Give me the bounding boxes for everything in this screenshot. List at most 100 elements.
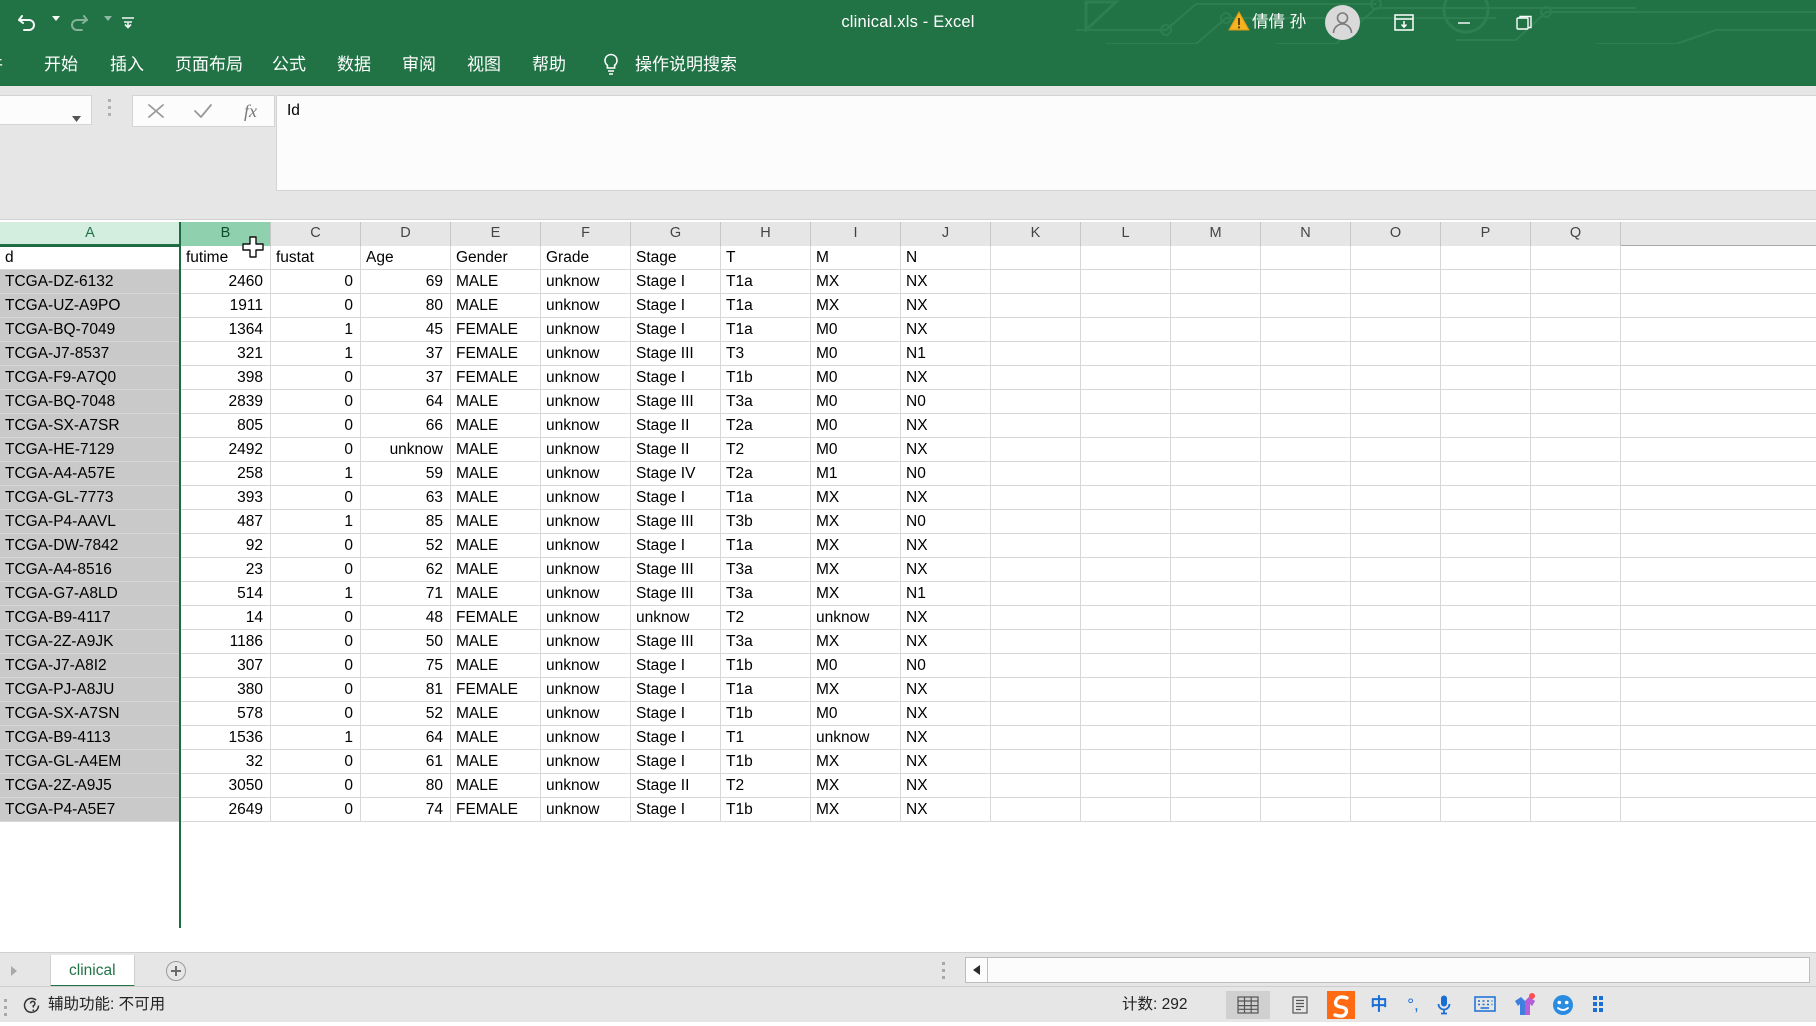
cell-A20[interactable]: TCGA-SX-A7SN <box>0 702 181 725</box>
cell-O1[interactable] <box>1351 246 1441 269</box>
ribbon-tab-review[interactable]: 审阅 <box>402 44 436 86</box>
cell-I15[interactable]: MX <box>811 582 901 605</box>
column-header-f[interactable]: F <box>541 222 631 246</box>
cell-J20[interactable]: NX <box>901 702 991 725</box>
warning-icon[interactable] <box>1228 10 1250 36</box>
cell-C7[interactable]: 0 <box>271 390 361 413</box>
cell-M21[interactable] <box>1171 726 1261 749</box>
cell-D20[interactable]: 52 <box>361 702 451 725</box>
cell-N24[interactable] <box>1261 798 1351 821</box>
cell-M12[interactable] <box>1171 510 1261 533</box>
cell-K20[interactable] <box>991 702 1081 725</box>
cell-I7[interactable]: M0 <box>811 390 901 413</box>
column-header-a[interactable]: A <box>0 222 181 246</box>
cell-H13[interactable]: T1a <box>721 534 811 557</box>
cell-P11[interactable] <box>1441 486 1531 509</box>
cell-H12[interactable]: T3b <box>721 510 811 533</box>
cell-P14[interactable] <box>1441 558 1531 581</box>
cell-G8[interactable]: Stage II <box>631 414 721 437</box>
cell-C24[interactable]: 0 <box>271 798 361 821</box>
cell-F7[interactable]: unknow <box>541 390 631 413</box>
cell-K5[interactable] <box>991 342 1081 365</box>
cell-D5[interactable]: 37 <box>361 342 451 365</box>
cell-I2[interactable]: MX <box>811 270 901 293</box>
cell-P4[interactable] <box>1441 318 1531 341</box>
cell-C3[interactable]: 0 <box>271 294 361 317</box>
cell-M11[interactable] <box>1171 486 1261 509</box>
cell-N17[interactable] <box>1261 630 1351 653</box>
cell-M19[interactable] <box>1171 678 1261 701</box>
emoji-icon[interactable] <box>1552 994 1574 1021</box>
cell-I9[interactable]: M0 <box>811 438 901 461</box>
cell-K1[interactable] <box>991 246 1081 269</box>
cell-K19[interactable] <box>991 678 1081 701</box>
cell-C8[interactable]: 0 <box>271 414 361 437</box>
cell-N5[interactable] <box>1261 342 1351 365</box>
cell-K23[interactable] <box>991 774 1081 797</box>
header-row[interactable]: d futime fustat Age Gender Grade Stage T M N <box>0 246 1816 270</box>
table-row[interactable]: TCGA-SX-A7SN 578 0 52 MALE unknow Stage I T1b M0… <box>0 702 1816 726</box>
ribbon-tab-help[interactable]: 帮助 <box>532 44 566 86</box>
cell-D22[interactable]: 61 <box>361 750 451 773</box>
cell-E12[interactable]: MALE <box>451 510 541 533</box>
cell-I13[interactable]: MX <box>811 534 901 557</box>
cell-F18[interactable]: unknow <box>541 654 631 677</box>
table-row[interactable]: TCGA-A4-A57E 258 1 59 MALE unknow Stage IV T2a M… <box>0 462 1816 486</box>
cell-K13[interactable] <box>991 534 1081 557</box>
cell-A1[interactable]: d <box>0 246 181 269</box>
column-header-c[interactable]: C <box>271 222 361 246</box>
cell-C2[interactable]: 0 <box>271 270 361 293</box>
table-row[interactable]: TCGA-P4-AAVL 487 1 85 MALE unknow Stage III T3b… <box>0 510 1816 534</box>
ribbon-tab-data[interactable]: 数据 <box>337 44 371 86</box>
cell-K21[interactable] <box>991 726 1081 749</box>
cell-D13[interactable]: 52 <box>361 534 451 557</box>
cell-L21[interactable] <box>1081 726 1171 749</box>
cell-H15[interactable]: T3a <box>721 582 811 605</box>
cell-P2[interactable] <box>1441 270 1531 293</box>
cell-H4[interactable]: T1a <box>721 318 811 341</box>
user-name-label[interactable]: 倩倩 孙 <box>1252 0 1306 44</box>
cell-N21[interactable] <box>1261 726 1351 749</box>
cell-B21[interactable]: 1536 <box>181 726 271 749</box>
cell-B5[interactable]: 321 <box>181 342 271 365</box>
column-header-j[interactable]: J <box>901 222 991 246</box>
cell-E7[interactable]: MALE <box>451 390 541 413</box>
cell-A18[interactable]: TCGA-J7-A8I2 <box>0 654 181 677</box>
cell-E2[interactable]: MALE <box>451 270 541 293</box>
cell-L9[interactable] <box>1081 438 1171 461</box>
cell-N11[interactable] <box>1261 486 1351 509</box>
table-row[interactable]: TCGA-UZ-A9PO 1911 0 80 MALE unknow Stage I T1a M… <box>0 294 1816 318</box>
table-row[interactable]: TCGA-GL-A4EM 32 0 61 MALE unknow Stage I T1b MX N… <box>0 750 1816 774</box>
cell-F17[interactable]: unknow <box>541 630 631 653</box>
ime-language-mode[interactable]: 中 <box>1366 987 1392 1023</box>
cell-D10[interactable]: 59 <box>361 462 451 485</box>
cell-H7[interactable]: T3a <box>721 390 811 413</box>
cell-N15[interactable] <box>1261 582 1351 605</box>
cell-E15[interactable]: MALE <box>451 582 541 605</box>
cell-E3[interactable]: MALE <box>451 294 541 317</box>
cell-P16[interactable] <box>1441 606 1531 629</box>
table-row[interactable]: TCGA-G7-A8LD 514 1 71 MALE unknow Stage III T3a… <box>0 582 1816 606</box>
cell-I24[interactable]: MX <box>811 798 901 821</box>
cell-I12[interactable]: MX <box>811 510 901 533</box>
cell-N10[interactable] <box>1261 462 1351 485</box>
cell-G1[interactable]: Stage <box>631 246 721 269</box>
cell-B22[interactable]: 32 <box>181 750 271 773</box>
cell-I20[interactable]: M0 <box>811 702 901 725</box>
ribbon-tab-file[interactable]: 件 <box>0 44 3 86</box>
cell-M9[interactable] <box>1171 438 1261 461</box>
cell-I8[interactable]: M0 <box>811 414 901 437</box>
cell-L14[interactable] <box>1081 558 1171 581</box>
cell-A24[interactable]: TCGA-P4-A5E7 <box>0 798 181 821</box>
cell-K9[interactable] <box>991 438 1081 461</box>
cell-D12[interactable]: 85 <box>361 510 451 533</box>
cell-E21[interactable]: MALE <box>451 726 541 749</box>
cell-O14[interactable] <box>1351 558 1441 581</box>
cell-L1[interactable] <box>1081 246 1171 269</box>
column-header-b[interactable]: B <box>181 222 271 246</box>
cell-I23[interactable]: MX <box>811 774 901 797</box>
cell-O8[interactable] <box>1351 414 1441 437</box>
cell-L16[interactable] <box>1081 606 1171 629</box>
cell-I18[interactable]: M0 <box>811 654 901 677</box>
cell-N12[interactable] <box>1261 510 1351 533</box>
